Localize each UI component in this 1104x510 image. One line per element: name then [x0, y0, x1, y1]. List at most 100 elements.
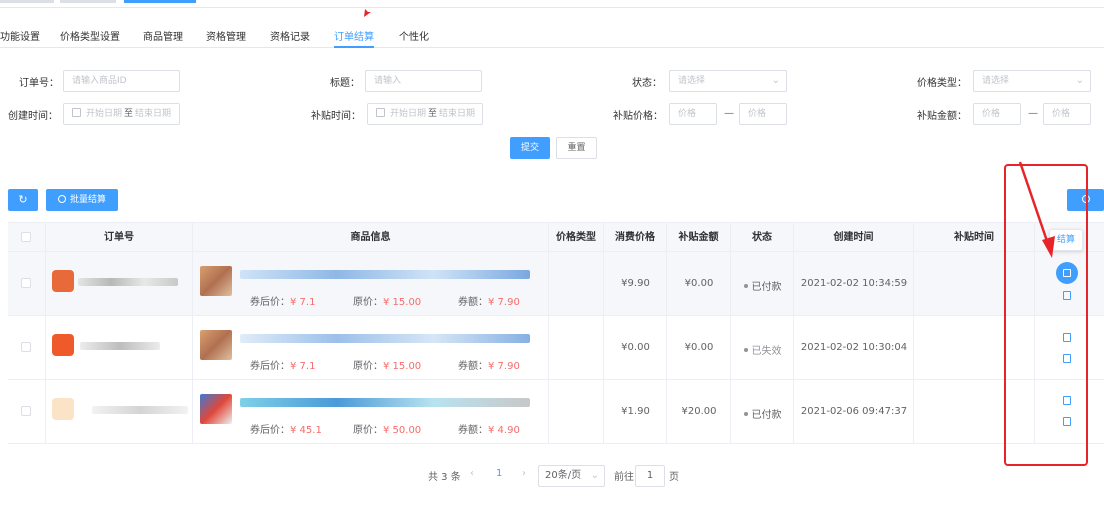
top-strip-tab[interactable]	[60, 0, 116, 3]
select-all-checkbox[interactable]	[21, 232, 31, 242]
annotation-arrow-right	[1018, 161, 1055, 258]
status-value: 已失效	[731, 342, 794, 357]
subsidy-amount-max-input[interactable]: 价格	[1043, 103, 1091, 125]
coupon-label: 券额：	[458, 361, 488, 372]
tab-qualification-records[interactable]: 资格记录	[270, 28, 310, 43]
refresh-button[interactable]: ↻	[8, 189, 38, 211]
chevron-down-icon: ⌄	[771, 75, 780, 86]
status-select[interactable]: 请选择 ⌄	[669, 70, 787, 92]
order-no-blurred	[92, 406, 188, 414]
product-thumbnail[interactable]	[200, 266, 232, 296]
order-no-blurred	[80, 342, 160, 350]
pagination-prev[interactable]: ‹	[470, 468, 474, 479]
row-checkbox[interactable]	[21, 278, 31, 288]
consume-price-value: ¥9.90	[621, 278, 650, 289]
tab-order-settlement[interactable]: 订单结算	[334, 28, 374, 43]
shop-logo	[52, 270, 74, 292]
consume-price-cell: ¥0.00	[604, 316, 667, 380]
created-time-label: 创建时间：	[8, 111, 58, 122]
tab-price-type-settings[interactable]: 价格类型设置	[60, 28, 120, 43]
row-checkbox[interactable]	[21, 342, 31, 352]
original-price: 原价：¥ 15.00	[353, 293, 421, 308]
detail-icon[interactable]	[1063, 354, 1071, 363]
submit-button[interactable]: 提交	[510, 137, 550, 159]
settle-icon[interactable]	[1063, 396, 1071, 405]
price-type-select[interactable]: 请选择 ⌄	[973, 70, 1091, 92]
product-thumbnail[interactable]	[200, 330, 232, 360]
search-icon	[1081, 195, 1090, 203]
top-strip	[0, 0, 1104, 8]
original-price: 原价：¥ 15.00	[353, 357, 421, 372]
tab-qualification-management[interactable]: 资格管理	[206, 28, 246, 43]
status-select-placeholder: 请选择	[678, 76, 706, 86]
created-to: 至	[124, 109, 134, 119]
settle-icon[interactable]	[1063, 333, 1071, 342]
batch-settle-button[interactable]: 批量结算	[46, 189, 118, 211]
subsidy-amount-value: ¥0.00	[684, 342, 714, 353]
detail-icon[interactable]	[1063, 291, 1071, 300]
search-toggle-button[interactable]	[1067, 189, 1104, 211]
product-title-blurred[interactable]	[240, 270, 530, 279]
detail-icon[interactable]	[1063, 417, 1071, 426]
subsidy-amount-label: 补贴金额：	[917, 111, 967, 122]
tab-product-management[interactable]: 商品管理	[143, 28, 183, 43]
subsidy-time-cell	[914, 316, 1035, 380]
row-select-cell	[8, 316, 46, 380]
original-value: ¥ 50.00	[383, 425, 422, 436]
price-type-cell	[549, 252, 604, 316]
product-title-blurred[interactable]	[240, 334, 530, 343]
price-type-label: 价格类型：	[917, 78, 967, 89]
reset-button[interactable]: 重置	[556, 137, 597, 159]
original-value: ¥ 15.00	[383, 297, 422, 308]
created-time-range[interactable]: 开始日期至结束日期	[63, 103, 180, 125]
page-size-value: 20条/页	[545, 470, 582, 481]
batch-settle-label: 批量结算	[69, 195, 106, 205]
after-coupon-price: 券后价：¥ 7.1	[250, 293, 315, 308]
after-coupon-value: ¥ 45.1	[290, 425, 322, 436]
table-row[interactable]: 券后价：¥ 7.1 原价：¥ 15.00 券额：¥ 7.90 ¥9.90 ¥0.…	[8, 252, 1104, 316]
coupon-amount: 券额：¥ 7.90	[458, 357, 520, 372]
subsidy-time-range[interactable]: 开始日期至结束日期	[367, 103, 483, 125]
created-time-cell: 2021-02-06 09:47:37	[794, 380, 914, 444]
status-cell: 已付款	[731, 252, 794, 316]
page-unit: 页	[669, 472, 679, 483]
order-no-input[interactable]: 请输入商品ID	[63, 70, 180, 92]
table-header: 订单号 商品信息 价格类型 消费价格 补贴金额 状态 创建时间 补贴时间	[8, 222, 1104, 253]
after-coupon-label: 券后价：	[250, 297, 290, 308]
pagination-next[interactable]: ›	[522, 468, 526, 479]
subsidy-time-cell	[914, 252, 1035, 316]
settle-button-hover[interactable]	[1056, 262, 1078, 284]
pagination-page[interactable]: 1	[496, 468, 502, 479]
subsidy-price-min-input[interactable]: 价格	[669, 103, 717, 125]
consume-price-cell: ¥9.90	[604, 252, 667, 316]
top-strip-tab[interactable]	[0, 0, 54, 3]
page-size-select[interactable]: 20条/页 ⌄	[538, 465, 605, 487]
goto-page-input[interactable]: 1	[635, 465, 665, 487]
price-type-cell	[549, 380, 604, 444]
goto-label: 前往	[614, 472, 634, 483]
table-row[interactable]: 券后价：¥ 45.1 原价：¥ 50.00 券额：¥ 4.90 ¥1.90 ¥2…	[8, 380, 1104, 444]
tab-function-settings[interactable]: 功能设置	[0, 28, 40, 43]
original-label: 原价：	[353, 425, 383, 436]
subsidy-amount-min-input[interactable]: 价格	[973, 103, 1021, 125]
calendar-icon	[376, 108, 385, 117]
chevron-down-icon: ⌄	[590, 470, 599, 481]
status-text: 已付款	[751, 410, 782, 421]
product-thumbnail[interactable]	[200, 394, 232, 424]
top-strip-tab-active[interactable]	[124, 0, 196, 3]
created-time-value: 2021-02-06 09:47:37	[800, 406, 908, 417]
tab-personalization[interactable]: 个性化	[399, 28, 429, 43]
row-select-cell	[8, 252, 46, 316]
shop-logo	[52, 398, 74, 420]
title-input[interactable]: 请输入	[365, 70, 482, 92]
subsidy-to: 至	[428, 109, 438, 119]
table-row[interactable]: 券后价：¥ 7.1 原价：¥ 15.00 券额：¥ 7.90 ¥0.00 ¥0.…	[8, 316, 1104, 380]
settle-icon	[1063, 269, 1071, 277]
coupon-amount: 券额：¥ 4.90	[458, 421, 520, 436]
row-checkbox[interactable]	[21, 406, 31, 416]
product-title-blurred[interactable]	[240, 398, 530, 407]
subsidy-price-max-input[interactable]: 价格	[739, 103, 787, 125]
row-select-cell	[8, 380, 46, 444]
coupon-label: 券额：	[458, 297, 488, 308]
after-coupon-value: ¥ 7.1	[290, 297, 316, 308]
